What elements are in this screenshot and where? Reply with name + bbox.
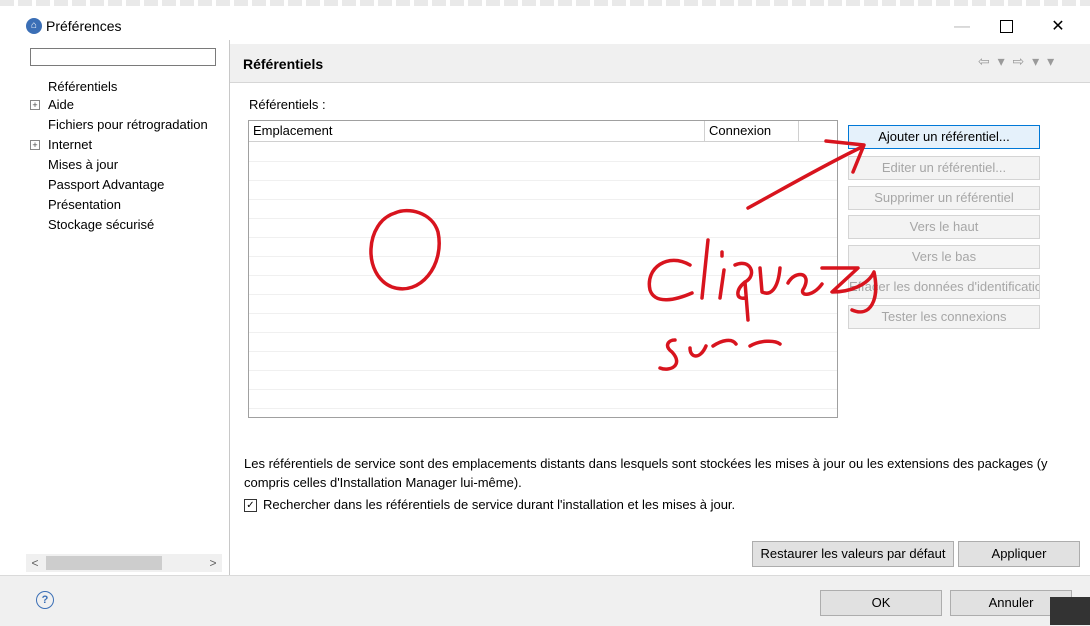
restore-defaults-button[interactable]: Restaurer les valeurs par défaut — [752, 541, 954, 567]
page-title: Référentiels — [243, 56, 324, 72]
maximize-icon — [999, 20, 1013, 34]
tree-item-aide[interactable]: + Aide — [30, 96, 75, 114]
tree-item-label: Présentation — [48, 197, 121, 212]
table-row-divider — [249, 161, 837, 162]
column-header-connexion[interactable]: Connexion — [705, 121, 799, 141]
tree-item-label: Passport Advantage — [48, 177, 165, 192]
title-bar: ⌂ Préférences — ✕ — [0, 6, 1090, 40]
search-service-repositories-checkbox[interactable]: ✓ — [244, 499, 257, 513]
table-row-divider — [249, 294, 837, 295]
tree-item-fichiers-retrogradation[interactable]: Fichiers pour rétrogradation — [48, 116, 208, 134]
table-row-divider — [249, 389, 837, 390]
search-service-repositories-option[interactable]: ✓ Rechercher dans les référentiels de ser… — [244, 497, 736, 513]
repositories-table[interactable]: Emplacement Connexion — [248, 120, 838, 418]
clear-credentials-button[interactable]: Effacer les données d'identification — [848, 275, 1040, 299]
tree-item-referentiels[interactable]: Référentiels — [48, 78, 117, 96]
table-header: Emplacement Connexion — [249, 121, 837, 142]
minimize-button[interactable]: — — [942, 14, 982, 40]
tree-item-mises-a-jour[interactable]: Mises à jour — [48, 156, 118, 174]
table-row-divider — [249, 370, 837, 371]
scroll-left-icon[interactable]: < — [26, 554, 44, 572]
tree-item-label: Fichiers pour rétrogradation — [48, 117, 208, 132]
add-repository-button[interactable]: Ajouter un référentiel... — [848, 125, 1040, 149]
move-up-button[interactable]: Vers le haut — [848, 215, 1040, 239]
table-row-divider — [249, 332, 837, 333]
app-globe-icon: ⌂ — [26, 18, 42, 34]
test-connections-button[interactable]: Tester les connexions — [848, 305, 1040, 329]
service-repositories-description: Les référentiels de service sont des emp… — [244, 456, 1048, 490]
table-row-divider — [249, 199, 837, 200]
dialog-footer: ? OK Annuler — [0, 575, 1090, 626]
remove-repository-button[interactable]: Supprimer un référentiel — [848, 186, 1040, 210]
scroll-right-icon[interactable]: > — [204, 554, 222, 572]
checkbox-label: Rechercher dans les référentiels de serv… — [263, 497, 736, 512]
sash-divider[interactable] — [229, 40, 230, 575]
table-row-divider — [249, 237, 837, 238]
screenshot-corner-block — [1050, 597, 1090, 625]
tree-item-passport-advantage[interactable]: Passport Advantage — [48, 176, 164, 194]
tree-item-internet[interactable]: + Internet — [30, 136, 93, 154]
table-row-divider — [249, 351, 837, 352]
tree-item-stockage-securise[interactable]: Stockage sécurisé — [48, 216, 154, 234]
tree-item-label: Aide — [48, 97, 75, 112]
tree-item-label: Stockage sécurisé — [48, 217, 155, 232]
table-row-divider — [249, 313, 837, 314]
table-row-divider — [249, 180, 837, 181]
repositories-label: Référentiels : — [249, 97, 326, 112]
close-button[interactable]: ✕ — [1038, 14, 1078, 40]
table-row-divider — [249, 218, 837, 219]
sidebar-horizontal-scrollbar[interactable]: < > — [26, 554, 222, 572]
tree-item-label: Mises à jour — [48, 157, 119, 172]
expand-icon[interactable]: + — [30, 100, 40, 110]
history-nav-icons[interactable]: ⇦ ▾ ⇨ ▾ ▾ — [978, 53, 1056, 70]
expand-icon[interactable]: + — [30, 140, 40, 150]
apply-button[interactable]: Appliquer — [958, 541, 1080, 567]
move-down-button[interactable]: Vers le bas — [848, 245, 1040, 269]
preferences-sidebar: Référentiels + Aide Fichiers pour rétrog… — [26, 40, 222, 574]
window-title: Préférences — [46, 18, 122, 34]
scrollbar-thumb[interactable] — [46, 556, 162, 570]
table-row-divider — [249, 408, 837, 409]
table-row-divider — [249, 275, 837, 276]
maximize-button[interactable] — [986, 14, 1026, 40]
page-header: Référentiels ⇦ ▾ ⇨ ▾ ▾ — [230, 44, 1090, 83]
tree-item-presentation[interactable]: Présentation — [48, 196, 121, 214]
edit-repository-button[interactable]: Editer un référentiel... — [848, 156, 1040, 180]
table-row-divider — [249, 256, 837, 257]
column-header-emplacement[interactable]: Emplacement — [249, 121, 705, 141]
tree-item-label: Référentiels — [48, 79, 118, 94]
help-icon[interactable]: ? — [36, 591, 54, 609]
filter-input[interactable] — [30, 48, 216, 66]
ok-button[interactable]: OK — [820, 590, 942, 616]
tree-item-label: Internet — [48, 137, 93, 152]
